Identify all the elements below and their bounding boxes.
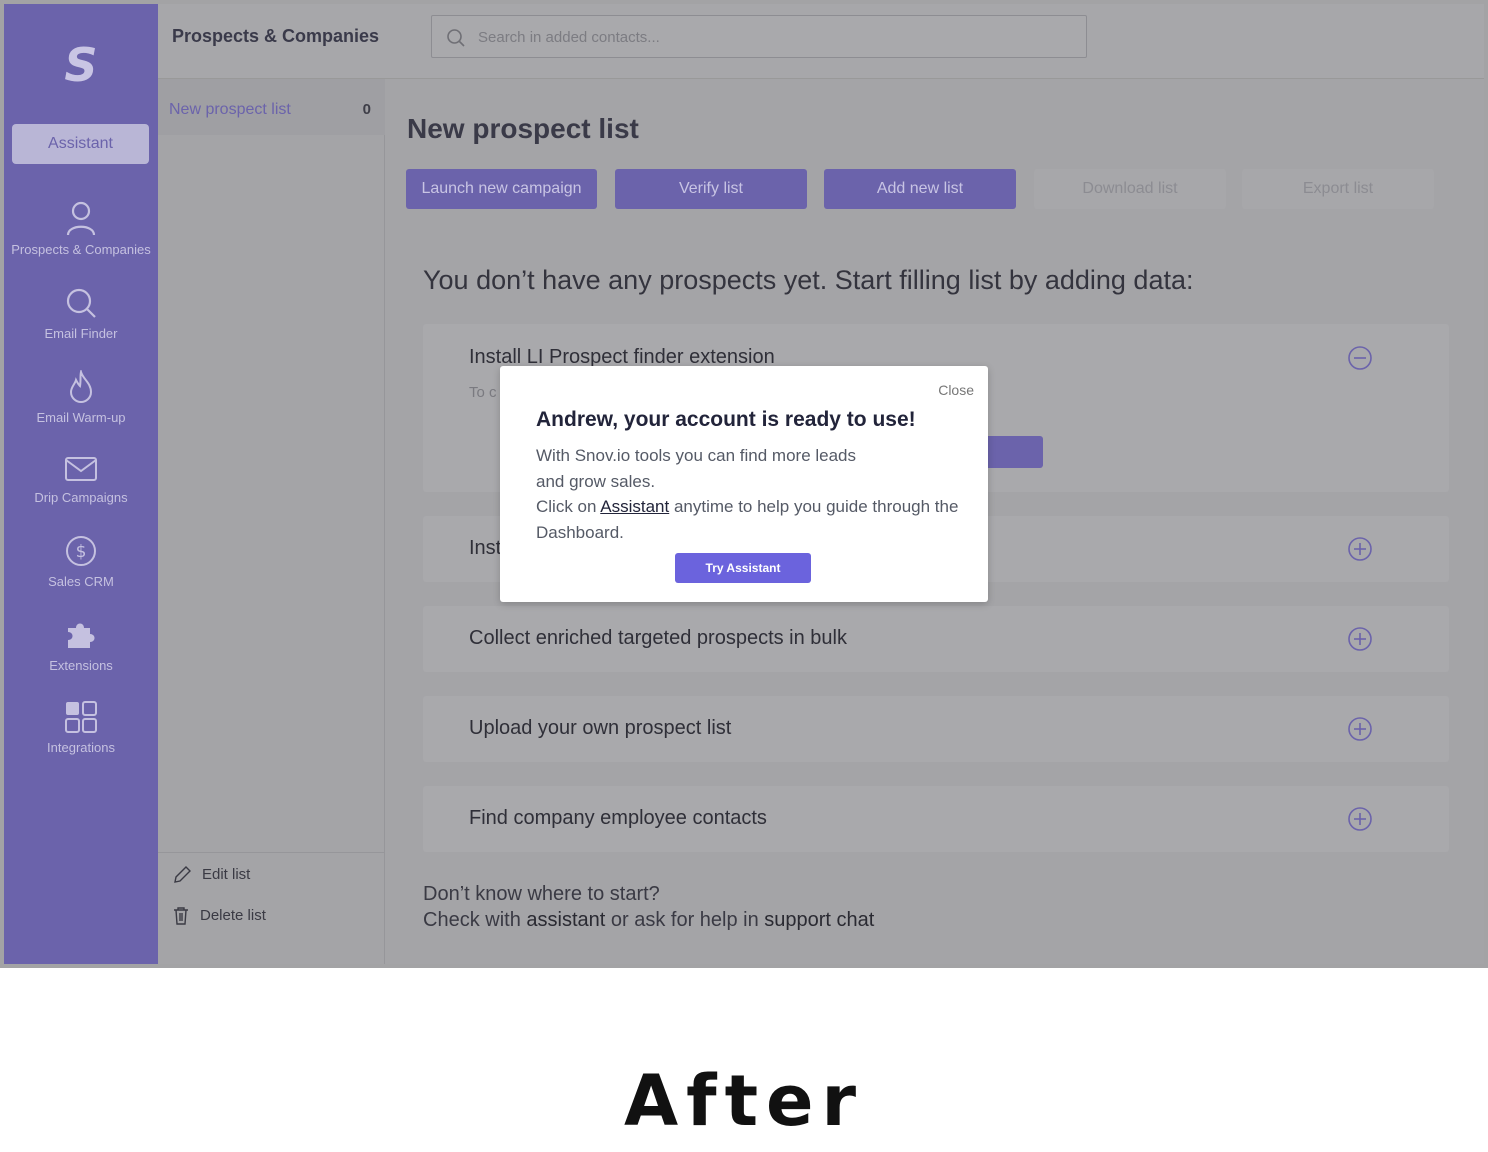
- dollar-icon: $: [66, 536, 96, 566]
- help-middle: or ask for help in: [605, 909, 765, 931]
- snov-logo: S: [64, 38, 98, 92]
- search-icon: [447, 29, 465, 47]
- modal-text: Click on: [536, 497, 601, 516]
- collapse-minus-icon[interactable]: [1347, 345, 1373, 371]
- modal-text: anytime to help you guide through the: [669, 497, 959, 516]
- help-question: Don’t know where to start?: [423, 883, 660, 905]
- modal-body: With Snov.io tools you can find more lea…: [536, 443, 966, 545]
- modal-line: Dashboard.: [536, 522, 624, 542]
- sidebar-item-prospects[interactable]: Prospects & Companies: [4, 200, 158, 257]
- card-description: To c: [469, 384, 497, 401]
- option-card-upload[interactable]: Upload your own prospect list: [423, 696, 1449, 762]
- close-button[interactable]: Close: [938, 382, 974, 398]
- welcome-modal: Close Andrew, your account is ready to u…: [500, 366, 988, 602]
- sidebar-item-label: Drip Campaigns: [34, 490, 128, 505]
- sidebar-item-integrations[interactable]: Integrations: [4, 700, 158, 755]
- list-actions: Edit list Delete list: [158, 852, 385, 925]
- top-bar: Prospects & Companies Search in added co…: [158, 4, 1484, 79]
- sidebar-item-label: Integrations: [47, 740, 115, 755]
- try-assistant-button[interactable]: Try Assistant: [675, 553, 811, 583]
- modal-line: and grow sales.: [536, 471, 656, 491]
- sidebar-item-label: Sales CRM: [48, 574, 114, 589]
- card-title: Find company employee contacts: [469, 807, 767, 829]
- card-action-button[interactable]: [983, 436, 1043, 468]
- assistant-link[interactable]: Assistant: [600, 497, 669, 516]
- list-count: 0: [362, 101, 371, 118]
- verify-list-button[interactable]: Verify list: [615, 169, 807, 209]
- empty-state-heading: You don’t have any prospects yet. Start …: [423, 265, 1194, 295]
- option-card-company[interactable]: Find company employee contacts: [423, 786, 1449, 852]
- search-placeholder: Search in added contacts...: [478, 29, 660, 46]
- help-footer: Don’t know where to start? Check with as…: [423, 881, 874, 933]
- export-list-button[interactable]: Export list: [1242, 169, 1434, 209]
- expand-plus-icon[interactable]: [1347, 536, 1373, 562]
- help-line: Check with assistant or ask for help in …: [423, 907, 874, 933]
- grid-icon: [65, 701, 97, 733]
- expand-plus-icon[interactable]: [1347, 626, 1373, 652]
- card-title: Inst: [469, 537, 502, 559]
- sidebar-item-warmup[interactable]: Email Warm-up: [4, 370, 158, 425]
- list-title: New prospect list: [407, 113, 639, 144]
- puzzle-icon: [68, 623, 95, 648]
- sidebar-item-label: Email Warm-up: [36, 410, 126, 425]
- expand-plus-icon[interactable]: [1347, 806, 1373, 832]
- modal-title: Andrew, your account is ready to use!: [536, 408, 916, 431]
- caption: After: [623, 1060, 865, 1142]
- support-chat-link[interactable]: support chat: [764, 909, 874, 931]
- option-card-bulk[interactable]: Collect enriched targeted prospects in b…: [423, 606, 1449, 672]
- help-prefix: Check with: [423, 909, 527, 931]
- launch-campaign-button[interactable]: Launch new campaign: [406, 169, 597, 209]
- sidebar: S Assistant Prospects & Companies Email …: [4, 4, 158, 964]
- app-screenshot-frame: S Assistant Prospects & Companies Email …: [0, 0, 1488, 968]
- sidebar-item-crm[interactable]: $ Sales CRM: [4, 534, 158, 589]
- sidebar-item-email-finder[interactable]: Email Finder: [4, 286, 158, 341]
- list-name: New prospect list: [169, 101, 291, 118]
- sidebar-item-drip[interactable]: Drip Campaigns: [4, 454, 158, 505]
- page-title: Prospects & Companies: [172, 26, 380, 46]
- flame-icon: [69, 370, 93, 404]
- expand-plus-icon[interactable]: [1347, 716, 1373, 742]
- envelope-icon: [65, 457, 97, 481]
- pencil-icon: [174, 866, 191, 883]
- trash-icon: [174, 907, 188, 925]
- edit-list-label: Edit list: [202, 865, 251, 883]
- download-list-button[interactable]: Download list: [1034, 169, 1226, 209]
- sidebar-item-label: Extensions: [49, 658, 113, 673]
- delete-list-button[interactable]: Delete list: [172, 906, 266, 926]
- svg-text:$: $: [76, 542, 87, 562]
- sidebar-item-extensions[interactable]: Extensions: [4, 618, 158, 673]
- delete-list-label: Delete list: [200, 906, 266, 924]
- app-window: S Assistant Prospects & Companies Email …: [4, 4, 1484, 964]
- modal-line: Click on Assistant anytime to help you g…: [536, 494, 966, 520]
- card-title: Upload your own prospect list: [469, 717, 732, 739]
- edit-list-button[interactable]: Edit list: [172, 865, 250, 885]
- list-item[interactable]: New prospect list 0: [158, 79, 385, 135]
- search-input[interactable]: Search in added contacts...: [431, 15, 1087, 58]
- assistant-button[interactable]: Assistant: [12, 124, 149, 164]
- search-icon: [66, 288, 96, 318]
- add-new-list-button[interactable]: Add new list: [824, 169, 1016, 209]
- assistant-link[interactable]: assistant: [526, 909, 605, 931]
- card-title: Collect enriched targeted prospects in b…: [469, 627, 847, 649]
- sidebar-item-label: Email Finder: [44, 326, 118, 341]
- prospect-lists-panel: New prospect list 0 Edit list Delete lis…: [158, 79, 385, 964]
- user-icon: [66, 201, 96, 236]
- sidebar-item-label: Prospects & Companies: [11, 242, 151, 257]
- modal-line: With Snov.io tools you can find more lea…: [536, 446, 857, 465]
